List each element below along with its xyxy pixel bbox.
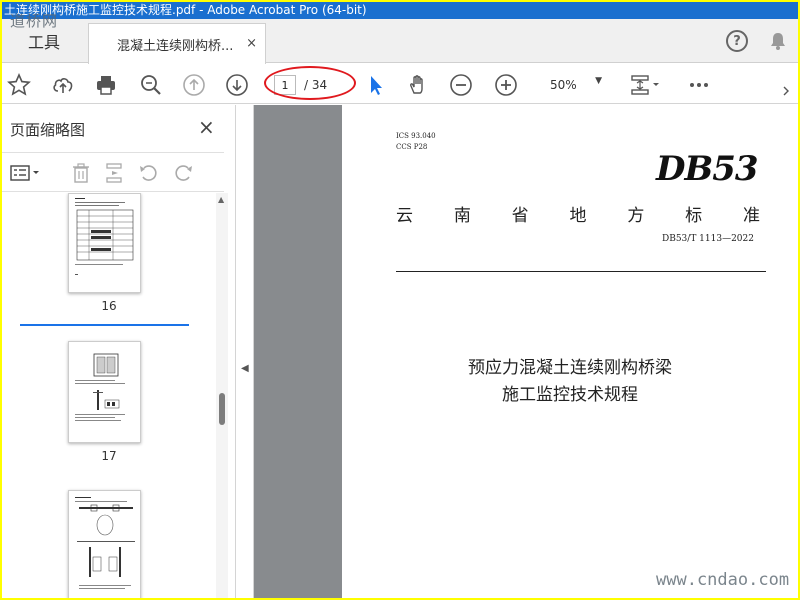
star-icon[interactable] — [6, 72, 32, 98]
zoom-level-value: 50% — [550, 78, 577, 92]
search-zoom-icon[interactable] — [138, 72, 164, 98]
acrobat-window: 土连续刚构桥施工监控技术规程.pdf - Adobe Acrobat Pro (… — [2, 2, 798, 598]
document-viewport[interactable]: ICS 93.040 CCS P28 DB53 云 南 省 地 方 标 准 DB… — [254, 105, 798, 598]
page-down-icon[interactable] — [224, 72, 250, 98]
heading-divider — [396, 271, 766, 272]
tab-tools-label: 工具 — [27, 33, 60, 52]
sidebar-title: 页面缩略图 — [10, 121, 86, 139]
page-layout-icon[interactable] — [628, 72, 664, 98]
scrollbar-thumb[interactable] — [219, 393, 225, 425]
site-url-watermark: www.cndao.com — [656, 570, 790, 590]
sidebar-toolbar — [2, 152, 224, 192]
thumbnail-options-icon[interactable] — [8, 161, 44, 185]
help-icon[interactable]: ? — [726, 30, 748, 52]
thumbnail-insertion-marker — [20, 324, 189, 326]
zoom-in-icon[interactable] — [493, 72, 519, 98]
tab-close-icon[interactable]: × — [246, 36, 257, 51]
rotate-right-icon[interactable] — [170, 161, 196, 185]
standard-logo: DB53 — [656, 149, 759, 189]
cloud-upload-icon[interactable] — [50, 72, 76, 98]
sidebar-collapse-handle[interactable]: ◀ — [237, 105, 254, 598]
current-page-input[interactable] — [274, 75, 296, 95]
thumbnail-page[interactable] — [68, 193, 141, 293]
more-icon[interactable] — [686, 72, 712, 98]
trash-icon[interactable] — [68, 161, 94, 185]
thumbnail-page-number: 16 — [101, 299, 117, 313]
print-icon[interactable] — [93, 72, 119, 98]
thumbnail-page-number: 17 — [101, 449, 117, 463]
total-pages: / 34 — [304, 78, 328, 92]
page-navigator: / 34 — [270, 74, 350, 96]
bell-icon[interactable] — [768, 31, 788, 51]
toolbar-overflow-chevron-icon[interactable] — [780, 72, 794, 98]
zoom-level-dropdown[interactable]: 50% ▼ — [536, 74, 606, 96]
window-title-bar: 土连续刚构桥施工监控技术规程.pdf - Adobe Acrobat Pro (… — [2, 2, 798, 19]
sidebar-close-icon[interactable]: × — [198, 115, 215, 139]
standard-code: DB53/T 1113—2022 — [662, 234, 754, 244]
insert-page-icon[interactable] — [102, 161, 128, 185]
main-toolbar: / 34 50% ▼ — [2, 64, 798, 104]
hand-icon[interactable] — [405, 72, 431, 98]
thumbnail-page[interactable] — [68, 490, 141, 598]
window-title: 土连续刚构桥施工监控技术规程.pdf - Adobe Acrobat Pro (… — [4, 3, 367, 17]
tab-document-label: 混凝土连续刚构桥... — [117, 38, 234, 54]
thumbnail-page[interactable] — [68, 341, 141, 443]
thumbnail-sidebar: 页面缩略图 × 16 17 ▲ — [2, 105, 236, 598]
page-up-icon[interactable] — [181, 72, 207, 98]
thumbnail-list: 16 17 — [2, 193, 224, 598]
collapse-left-icon: ◀ — [241, 363, 249, 374]
scroll-up-icon[interactable]: ▲ — [218, 195, 224, 204]
rotate-left-icon[interactable] — [136, 161, 162, 185]
document-title: 预应力混凝土连续刚构桥梁 施工监控技术规程 — [468, 358, 672, 405]
site-logo-watermark: 道桥网 — [10, 12, 59, 30]
ics-classification: ICS 93.040 CCS P28 — [396, 132, 436, 151]
tab-bar: 工具 混凝土连续刚构桥... × ? — [2, 19, 798, 64]
zoom-out-icon[interactable] — [448, 72, 474, 98]
thumbnail-scrollbar[interactable]: ▲ — [216, 193, 228, 598]
standard-type-heading: 云 南 省 地 方 标 准 — [396, 206, 760, 226]
document-page: ICS 93.040 CCS P28 DB53 云 南 省 地 方 标 准 DB… — [342, 105, 798, 598]
tab-document[interactable]: 混凝土连续刚构桥... × — [88, 23, 266, 64]
chevron-down-icon: ▼ — [595, 76, 602, 86]
select-arrow-icon[interactable] — [363, 72, 389, 98]
